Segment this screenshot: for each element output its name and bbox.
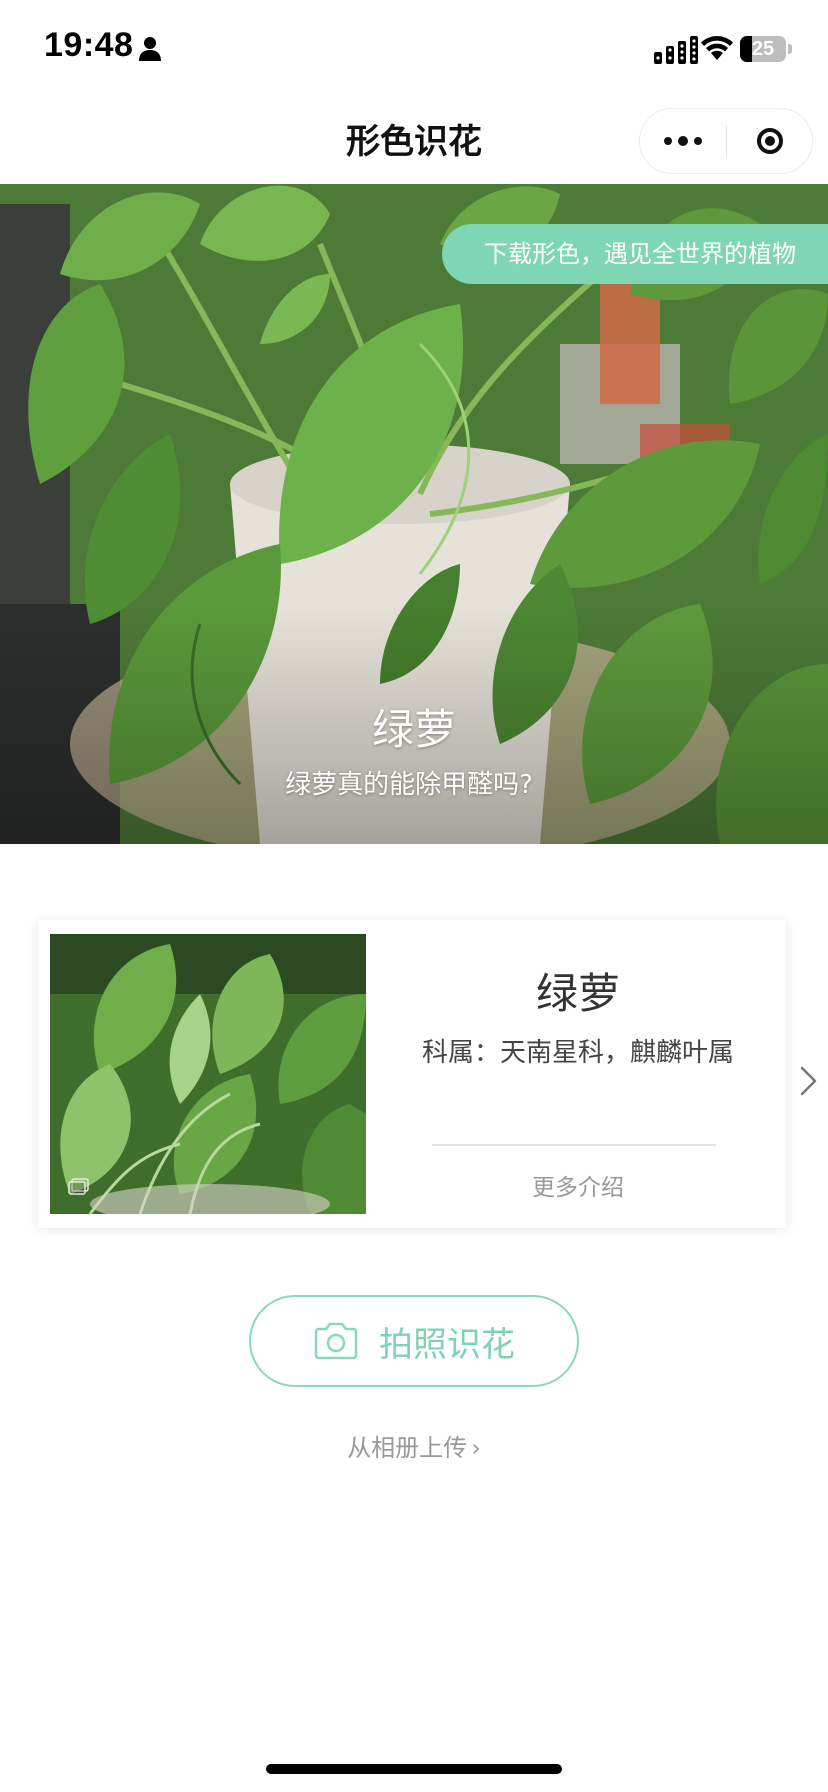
upload-from-album-link[interactable]: 从相册上传 › — [0, 1428, 828, 1463]
result-plant-name: 绿萝 — [535, 969, 620, 1018]
person-icon — [139, 37, 161, 61]
nav-bar: 形色识花 — [0, 100, 828, 184]
status-time: 19:48 — [44, 26, 134, 64]
hero-question[interactable]: 绿萝真的能除甲醛吗? — [0, 764, 818, 801]
plant-thumbnail — [50, 934, 366, 1214]
miniprogram-capsule — [639, 108, 813, 174]
hero-plant-name: 绿萝 — [371, 705, 456, 754]
battery-indicator: 25 — [740, 36, 792, 62]
result-card[interactable]: 绿萝 科属：天南星科，麒麟叶属 更多介绍 — [38, 920, 786, 1228]
card-divider — [432, 1144, 716, 1146]
more-dots-icon[interactable] — [640, 109, 726, 173]
cellular-signal-icon — [654, 36, 698, 64]
wifi-icon — [701, 36, 733, 60]
download-promo-banner[interactable]: 下载形色，遇见全世界的植物 — [442, 224, 828, 284]
result-plant-family: 科属：天南星科，麒麟叶属 — [421, 1038, 734, 1068]
more-intro-link[interactable]: 更多介绍 — [378, 1168, 778, 1202]
gallery-icon — [68, 1178, 89, 1195]
target-circle-icon[interactable] — [727, 109, 813, 173]
hero-plant-image[interactable]: 下载形色，遇见全世界的植物 绿萝 绿萝真的能除甲醛吗? — [0, 184, 828, 844]
battery-level: 25 — [751, 38, 775, 60]
thumbnail-photo — [50, 934, 366, 1214]
status-bar: 19:48 25 — [0, 0, 828, 100]
take-photo-label: 拍照识花 — [379, 1324, 515, 1365]
chevron-right-icon[interactable] — [798, 1064, 820, 1098]
chevron-right-small-icon: › — [471, 1434, 481, 1462]
home-indicator — [266, 1764, 562, 1774]
take-photo-button[interactable]: 拍照识花 — [249, 1295, 579, 1387]
camera-icon — [314, 1322, 358, 1360]
upload-label: 从相册上传 — [347, 1434, 468, 1462]
